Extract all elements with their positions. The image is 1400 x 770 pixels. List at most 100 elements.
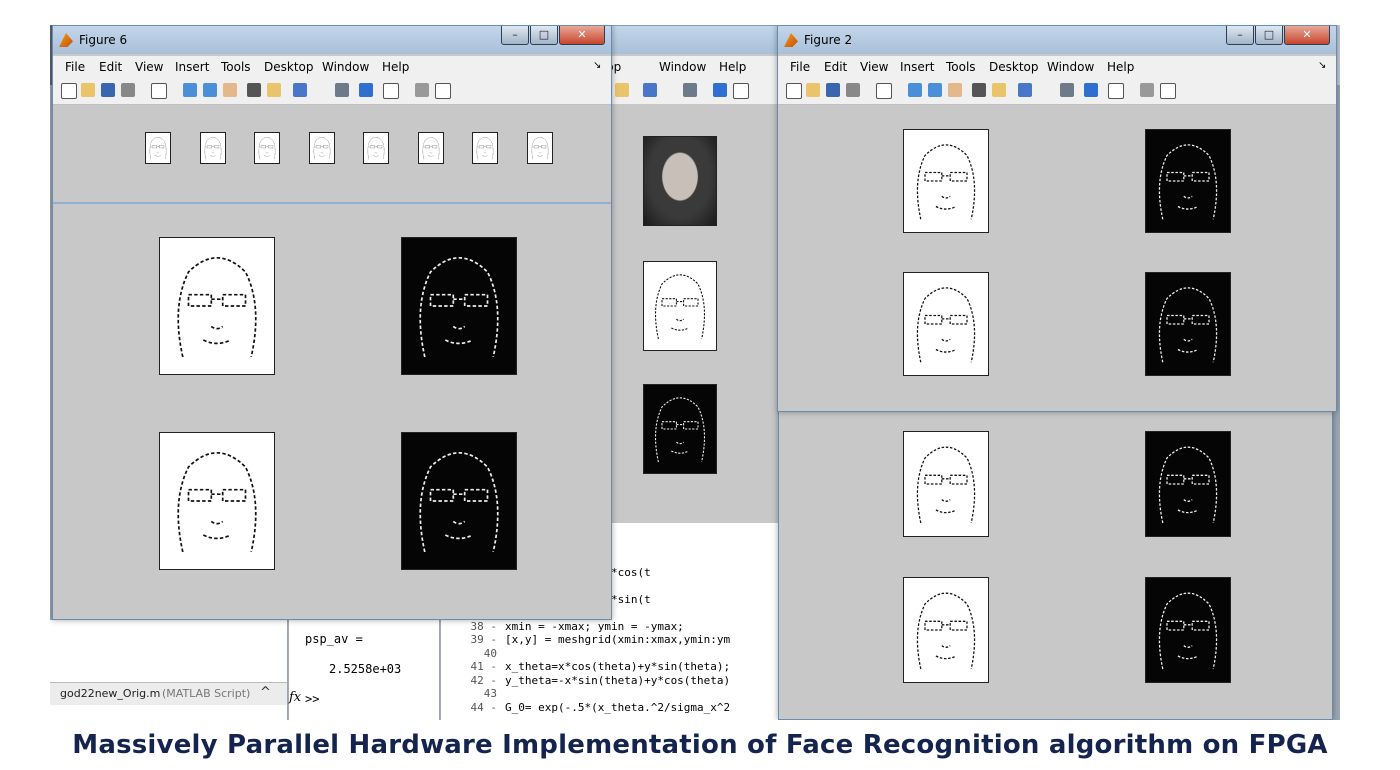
brush-icon[interactable] xyxy=(1018,83,1032,97)
code-line[interactable]: 40 xyxy=(441,647,730,661)
menu-edit[interactable]: Edit xyxy=(824,60,847,74)
code-line[interactable]: 39 - [x,y] = meshgrid(xmin:xmax,ymin:ym xyxy=(441,633,731,647)
command-prompt[interactable]: >> xyxy=(305,692,319,706)
menu-help[interactable]: Help xyxy=(719,60,746,74)
colorbar-icon[interactable] xyxy=(359,83,373,97)
open-folder-icon[interactable] xyxy=(806,83,820,97)
thumbnail-face xyxy=(363,132,389,164)
arrow-pointer-icon[interactable] xyxy=(876,83,892,99)
edge-sketch xyxy=(1158,446,1218,524)
maximize-button[interactable]: □ xyxy=(530,26,558,45)
menu-view[interactable]: View xyxy=(135,60,163,74)
show-plot-tools-icon[interactable] xyxy=(1160,83,1176,99)
menu-help[interactable]: Help xyxy=(382,60,409,74)
brush-icon[interactable] xyxy=(643,83,657,97)
zoom-out-icon[interactable] xyxy=(928,83,942,97)
edge-stroke xyxy=(187,488,213,502)
edge-stroke xyxy=(661,298,677,307)
save-icon[interactable] xyxy=(826,83,840,97)
maximize-button[interactable]: □ xyxy=(1255,26,1283,45)
close-button[interactable]: ✕ xyxy=(1284,26,1330,45)
edge-face-dark xyxy=(401,432,517,570)
zoom-out-icon[interactable] xyxy=(203,83,217,97)
menu-file[interactable]: File xyxy=(790,60,810,74)
figure6-titlebar[interactable]: Figure 6 – □ ✕ xyxy=(53,26,611,54)
show-plot-tools-icon[interactable] xyxy=(435,83,451,99)
edge-stroke xyxy=(419,452,499,553)
edge-stroke xyxy=(202,339,232,345)
new-file-icon[interactable] xyxy=(786,83,802,99)
rotate-3d-icon[interactable] xyxy=(247,83,261,97)
menu-desktop[interactable]: Desktop xyxy=(989,60,1039,74)
file-name: god22new_Orig.m xyxy=(60,687,161,700)
hide-plot-tools-icon[interactable] xyxy=(1140,83,1154,97)
hide-plot-tools-icon[interactable] xyxy=(415,83,429,97)
menu-view[interactable]: View xyxy=(860,60,888,74)
code-line[interactable]: 41 - x_theta=x*cos(theta)+y*sin(theta); xyxy=(441,660,731,674)
code-line[interactable]: 42 - y_theta=-x*sin(theta)+y*cos(theta) xyxy=(441,674,731,688)
menu-window[interactable]: Window xyxy=(322,60,369,74)
colorbar-icon[interactable] xyxy=(713,83,727,97)
print-icon[interactable] xyxy=(121,83,135,97)
dock-arrow-icon[interactable]: ↘ xyxy=(1318,60,1326,71)
edge-stroke xyxy=(211,152,214,154)
command-window[interactable]: psp_av = 2.5258e+03 fx >> xyxy=(288,620,439,720)
data-cursor-icon[interactable] xyxy=(615,83,629,97)
middle-window-titlebar[interactable] xyxy=(581,26,809,54)
edge-stroke xyxy=(377,145,383,149)
legend-icon[interactable] xyxy=(1108,83,1124,99)
middle-figure-window[interactable]: esktop Window Help xyxy=(580,25,810,535)
menu-insert[interactable]: Insert xyxy=(900,60,934,74)
legend-icon[interactable] xyxy=(733,83,749,99)
data-cursor-icon[interactable] xyxy=(267,83,281,97)
menu-tools[interactable]: Tools xyxy=(946,60,976,74)
figure6-toolbar xyxy=(53,78,611,105)
data-cursor-icon[interactable] xyxy=(992,83,1006,97)
file-panel[interactable]: god22new_Orig.m (MATLAB Script) ^ xyxy=(50,620,287,720)
file-details-bar[interactable]: god22new_Orig.m (MATLAB Script) ^ xyxy=(50,682,287,705)
line-number: 43 xyxy=(483,687,497,700)
brush-icon[interactable] xyxy=(293,83,307,97)
code-line[interactable]: 44 - G_0= exp(-.5*(x_theta.^2/sigma_x^2 xyxy=(441,701,731,715)
rotate-3d-icon[interactable] xyxy=(972,83,986,97)
link-icon[interactable] xyxy=(335,83,349,97)
print-icon[interactable] xyxy=(846,83,860,97)
menu-desktop[interactable]: Desktop xyxy=(264,60,314,74)
edge-stroke xyxy=(661,421,677,430)
close-button[interactable]: ✕ xyxy=(559,26,605,45)
zoom-in-icon[interactable] xyxy=(908,83,922,97)
dock-arrow-icon[interactable]: ↘ xyxy=(593,60,601,71)
code-line[interactable]: 43 xyxy=(441,687,730,701)
link-icon[interactable] xyxy=(1060,83,1074,97)
new-file-icon[interactable] xyxy=(61,83,77,99)
arrow-pointer-icon[interactable] xyxy=(151,83,167,99)
link-icon[interactable] xyxy=(683,83,697,97)
menu-window[interactable]: Window xyxy=(659,60,706,74)
edge-sketch xyxy=(476,137,494,160)
figure2-window[interactable]: Figure 2 – □ ✕ File Edit View Insert Too… xyxy=(777,25,1337,412)
edge-face-dark xyxy=(401,237,517,375)
save-icon[interactable] xyxy=(101,83,115,97)
menu-tools[interactable]: Tools xyxy=(221,60,251,74)
pan-hand-icon[interactable] xyxy=(223,83,237,97)
colorbar-icon[interactable] xyxy=(1084,83,1098,97)
figure2-lower-window[interactable] xyxy=(778,410,1333,720)
figure2-menubar: File Edit View Insert Tools Desktop Wind… xyxy=(778,56,1336,78)
legend-icon[interactable] xyxy=(383,83,399,99)
minimize-button[interactable]: – xyxy=(1226,26,1254,45)
edge-stroke xyxy=(315,145,321,149)
menu-file[interactable]: File xyxy=(65,60,85,74)
edge-stroke xyxy=(924,620,943,631)
menu-edit[interactable]: Edit xyxy=(99,60,122,74)
minimize-button[interactable]: – xyxy=(501,26,529,45)
figure6-window[interactable]: Figure 6 – □ ✕ File Edit View Insert Too… xyxy=(52,25,612,620)
collapse-icon[interactable]: ^ xyxy=(260,685,271,700)
menu-insert[interactable]: Insert xyxy=(175,60,209,74)
code-line[interactable]: 38 - xmin = -xmax; ymin = -ymax; xyxy=(441,620,730,634)
figure2-titlebar[interactable]: Figure 2 – □ ✕ xyxy=(778,26,1336,54)
zoom-in-icon[interactable] xyxy=(183,83,197,97)
open-folder-icon[interactable] xyxy=(81,83,95,97)
menu-help[interactable]: Help xyxy=(1107,60,1134,74)
pan-hand-icon[interactable] xyxy=(948,83,962,97)
menu-window[interactable]: Window xyxy=(1047,60,1094,74)
